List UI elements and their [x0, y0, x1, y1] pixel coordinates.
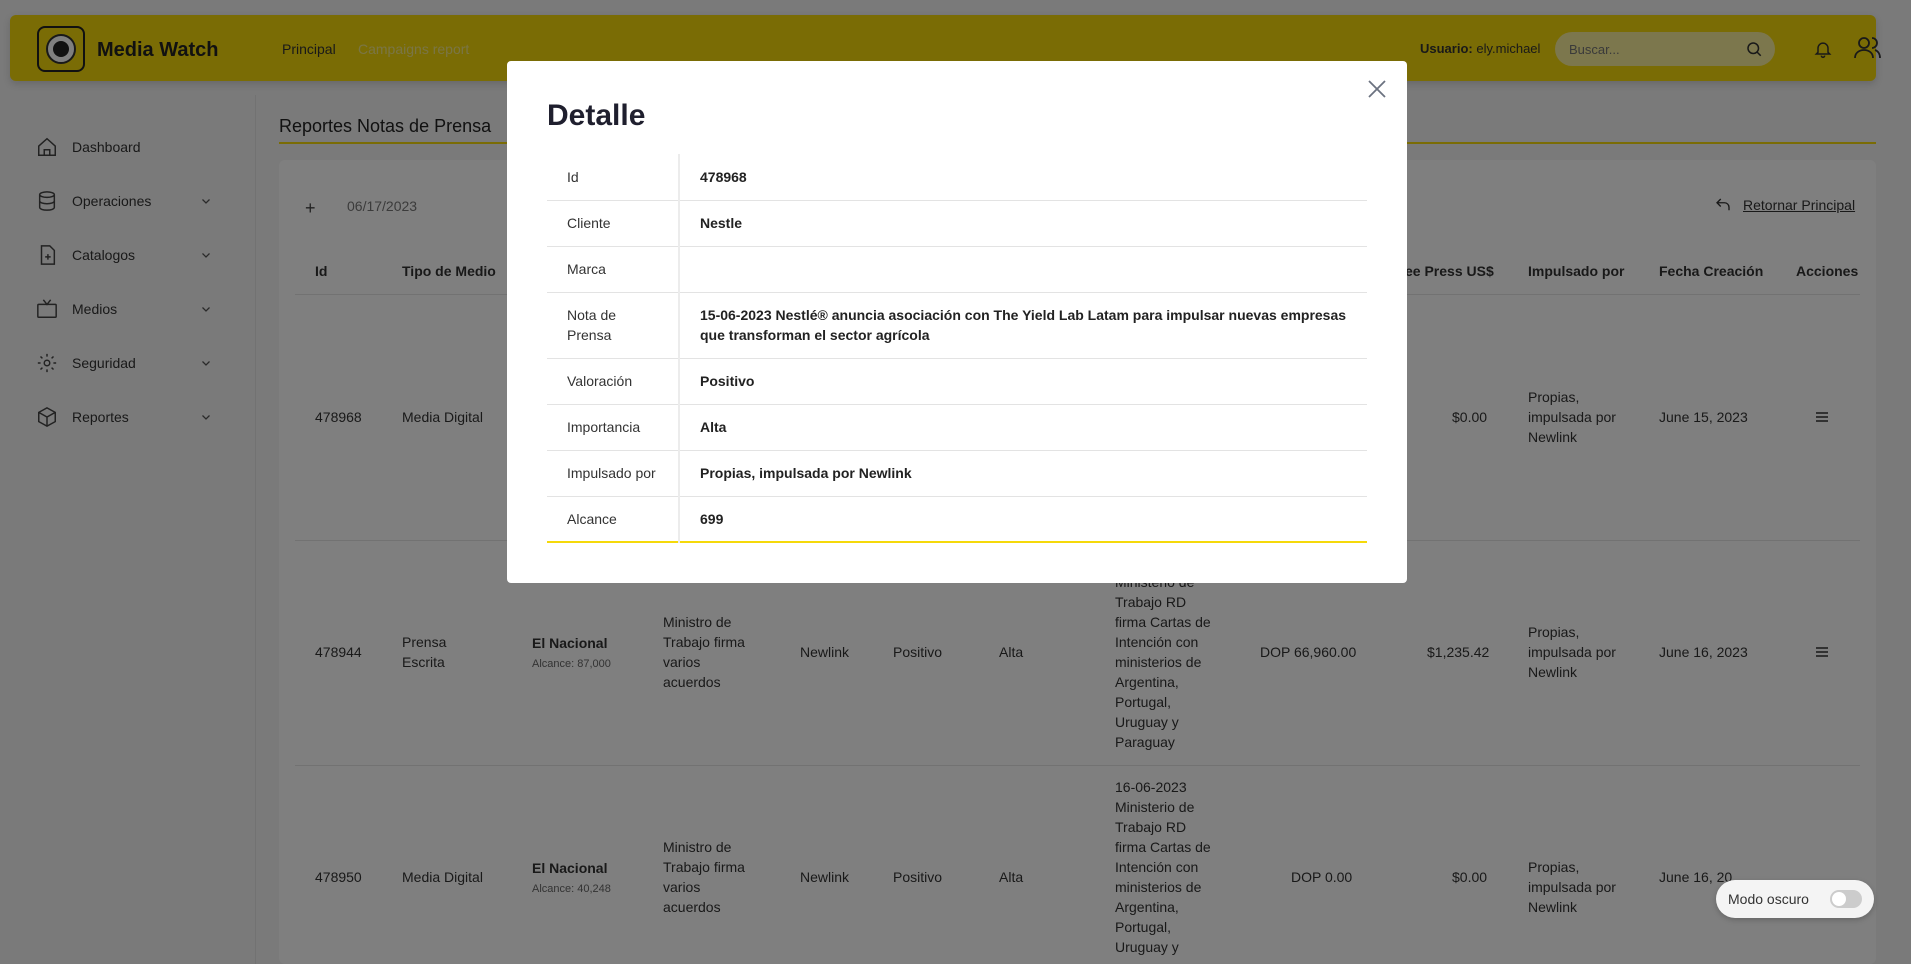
- detail-row-valoracion: Valoración Positivo: [547, 358, 1367, 404]
- detail-row-id: Id 478968: [547, 154, 1367, 200]
- detail-key: Nota de Prensa: [547, 292, 680, 358]
- detail-key: Id: [547, 154, 680, 200]
- detail-row-cliente: Cliente Nestle: [547, 200, 1367, 246]
- detail-value: Propias, impulsada por Newlink: [700, 465, 912, 481]
- close-icon[interactable]: [1365, 77, 1389, 101]
- detail-value: Nestle: [700, 215, 743, 231]
- detail-row-impulsado: Impulsado por Propias, impulsada por Newl…: [547, 450, 1367, 496]
- detail-value: Positivo: [700, 373, 755, 389]
- detail-key: Marca: [547, 246, 680, 292]
- detail-key: Alcance: [547, 496, 680, 542]
- dark-mode-toggle[interactable]: Modo oscuro: [1716, 880, 1874, 918]
- detail-key: Valoración: [547, 358, 680, 404]
- detail-value: [679, 246, 1367, 292]
- toggle-switch[interactable]: [1830, 890, 1862, 908]
- detail-modal: Detalle Id 478968 Cliente Nestle Marca Not…: [507, 61, 1407, 583]
- detail-key: Impulsado por: [547, 450, 680, 496]
- detail-row-marca: Marca: [547, 246, 1367, 292]
- dark-mode-label: Modo oscuro: [1728, 891, 1809, 907]
- detail-key: Importancia: [547, 404, 680, 450]
- detail-row-alcance: Alcance 699: [547, 496, 1367, 542]
- detail-table: Id 478968 Cliente Nestle Marca Nota de Pre…: [547, 154, 1367, 543]
- detail-value: 699: [700, 510, 724, 527]
- detail-value: 478968: [700, 168, 747, 185]
- detail-row-nota: Nota de Prensa 15-06-2023 Nestlé® anuncia…: [547, 292, 1367, 358]
- detail-key: Cliente: [547, 200, 680, 246]
- detail-row-importancia: Importancia Alta: [547, 404, 1367, 450]
- detail-value: 15-06-2023 Nestlé® anuncia asociación co…: [700, 307, 1347, 343]
- modal-title: Detalle: [547, 99, 646, 132]
- detail-value: Alta: [700, 419, 727, 435]
